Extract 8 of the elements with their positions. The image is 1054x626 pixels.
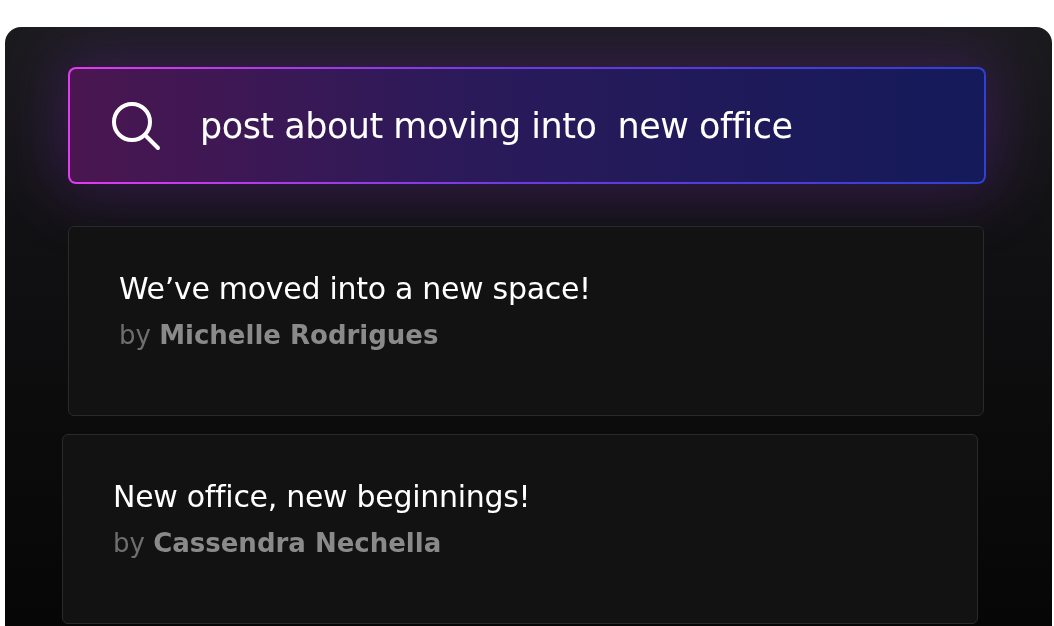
result-title: We’ve moved into a new space! xyxy=(119,271,592,306)
result-author: by Michelle Rodrigues xyxy=(119,320,440,350)
result-title: New office, new beginnings! xyxy=(113,479,532,514)
result-card[interactable]: We’ve moved into a new space! by Michelle Rodrigues xyxy=(68,226,984,416)
search-text: post about moving into new office xyxy=(200,105,793,146)
result-author: by Cassendra Nechella xyxy=(113,528,443,558)
search-field[interactable]: post about moving into new office xyxy=(68,67,986,184)
result-card[interactable]: New office, new beginnings! by Cassendra Nechella xyxy=(62,434,978,624)
